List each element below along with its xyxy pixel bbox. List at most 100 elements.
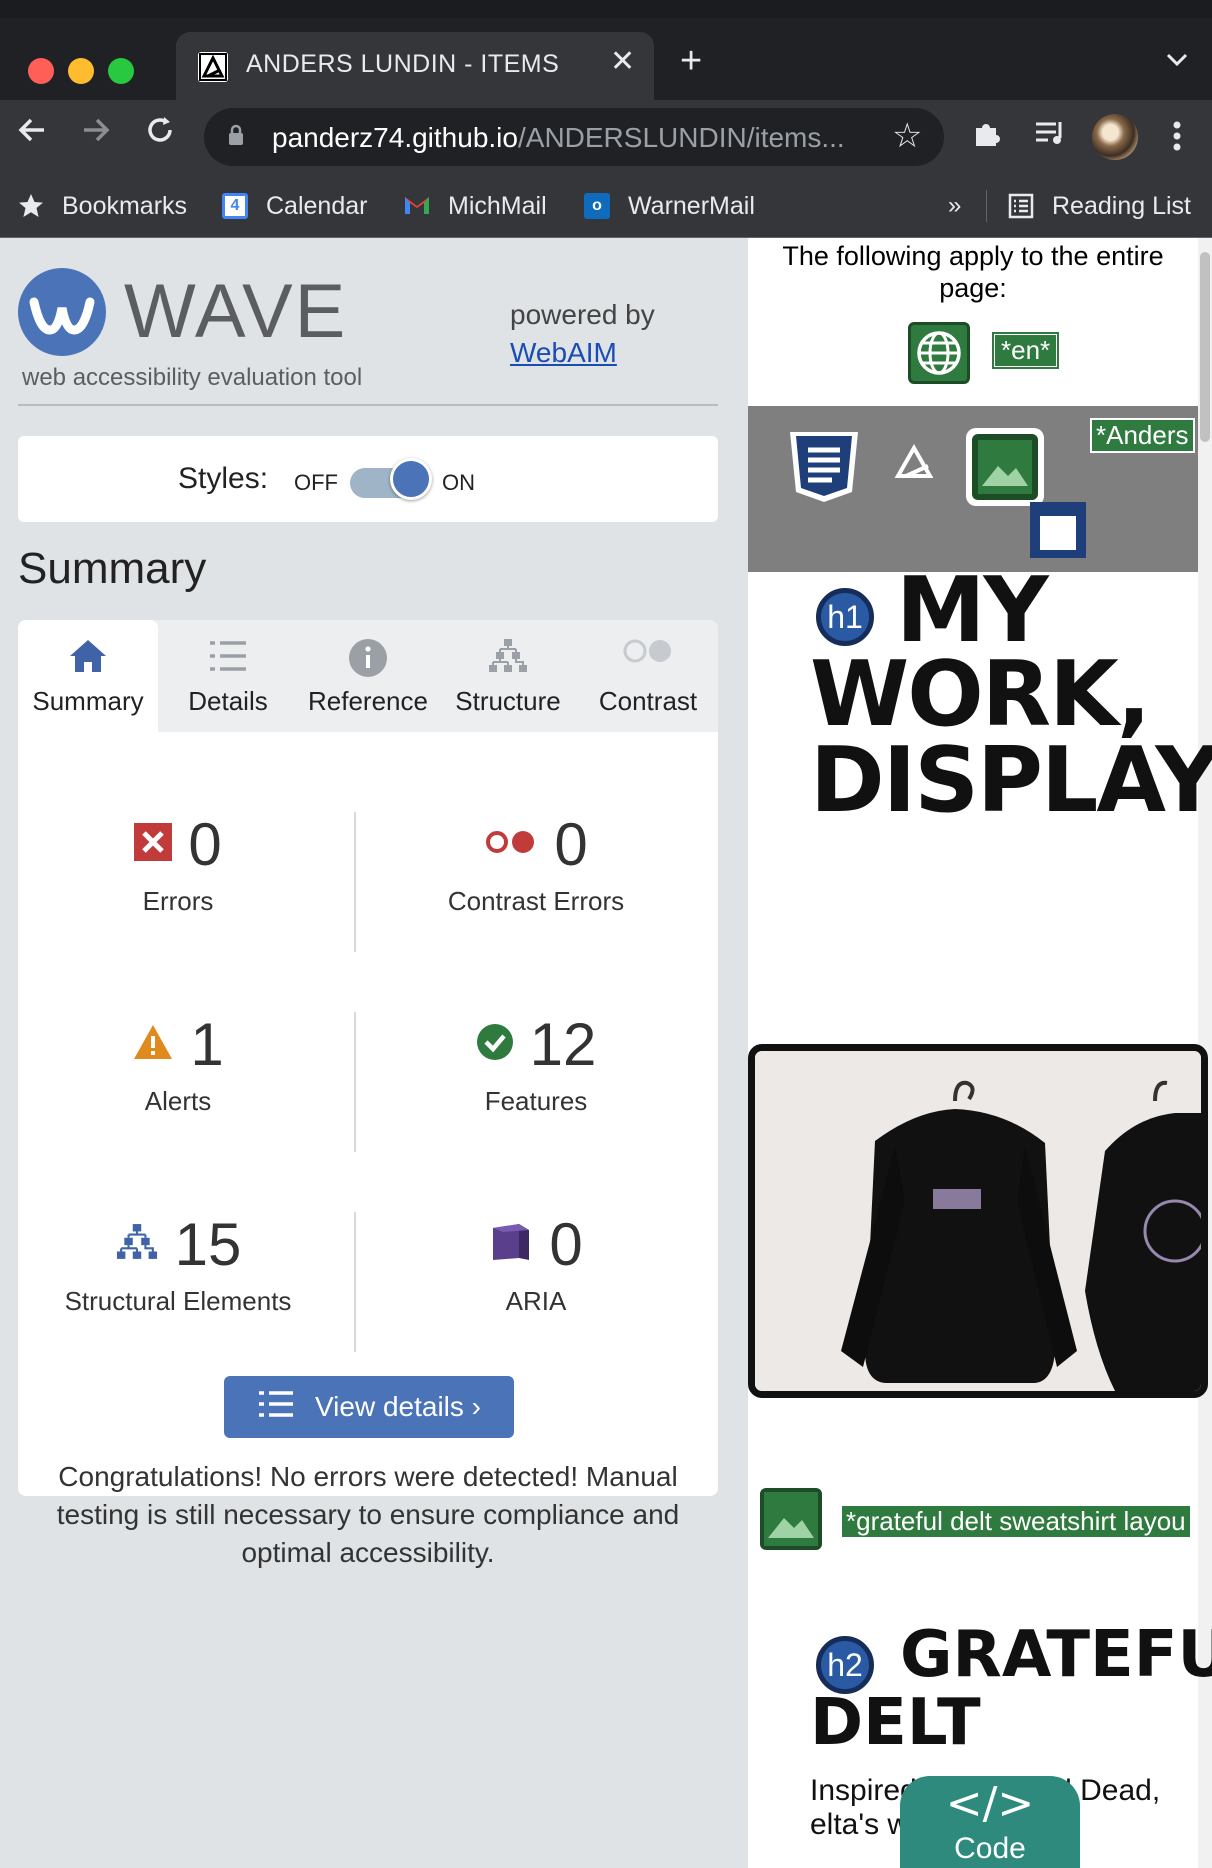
list-icon (208, 638, 248, 679)
stat-separator (354, 1012, 356, 1152)
errors-label: Errors (142, 886, 214, 916)
site-logo-icon (894, 443, 934, 480)
features-count: 12 (529, 1010, 597, 1078)
aria-count: 0 (549, 1210, 583, 1278)
reading-list-icon (1008, 193, 1034, 219)
reading-list-button[interactable]: Reading List (1008, 186, 1191, 226)
contrast-errors-label: Contrast Errors (447, 886, 625, 916)
preview-scroll-thumb[interactable] (1200, 252, 1210, 442)
styles-on-label: ON (442, 470, 475, 495)
aria-label: ARIA (505, 1286, 567, 1316)
styles-toggle-panel: Styles: OFF ON (18, 436, 718, 522)
new-tab-button[interactable]: + (680, 42, 702, 80)
css-style-icon[interactable] (788, 430, 860, 504)
image-alt-icon[interactable] (760, 1488, 822, 1550)
error-icon (134, 822, 173, 866)
lock-icon (228, 124, 244, 146)
header-divider (18, 404, 718, 406)
aria-cube-icon (489, 1220, 533, 1269)
bookmark-warnermail[interactable]: o WarnerMail (584, 186, 755, 226)
calendar-icon: 4 (222, 193, 248, 219)
page-level-notice: The following apply to the entire page: (782, 241, 1164, 303)
bookmark-michmail[interactable]: MichMail (404, 186, 547, 226)
tab-reference[interactable]: Reference (298, 620, 438, 732)
wave-logo-subtitle: web accessibility evaluation tool (22, 364, 363, 391)
bookmarks-folder[interactable]: Bookmarks (18, 186, 187, 226)
bookmarks-overflow-button[interactable]: » (948, 186, 961, 226)
forward-arrow-icon[interactable] (80, 114, 112, 155)
features-stat[interactable]: 12 Features (376, 1010, 696, 1117)
tab-details[interactable]: Details (158, 620, 298, 732)
star-icon (18, 193, 44, 219)
structure-icon (115, 1223, 159, 1266)
heading-h1-badge[interactable]: h1 (816, 588, 874, 646)
profile-avatar[interactable] (1092, 114, 1138, 160)
outlook-icon: o (584, 193, 610, 219)
close-tab-icon[interactable]: ✕ (610, 44, 635, 79)
sweatshirt-photo (748, 1044, 1208, 1398)
back-arrow-icon[interactable] (16, 114, 48, 155)
code-toggle-button[interactable]: </> Code (900, 1776, 1080, 1868)
minimize-window-button[interactable] (68, 58, 94, 84)
aria-stat[interactable]: 0 ARIA (376, 1210, 696, 1317)
landmark-header-icon[interactable] (1028, 500, 1088, 560)
language-globe-icon[interactable] (908, 322, 970, 384)
language-tag: *en* (991, 332, 1060, 369)
alt-text-tag: *Anders (1090, 418, 1195, 453)
browser-menu-icon[interactable] (1172, 120, 1182, 160)
structural-count: 15 (174, 1210, 242, 1278)
wave-logo-icon (18, 268, 106, 356)
close-window-button[interactable] (28, 58, 54, 84)
gmail-icon (404, 193, 430, 219)
page-title-line3: DISPLAY (810, 728, 1212, 833)
contrast-icon (622, 638, 674, 669)
bookmarks-bar: Bookmarks 4 Calendar MichMail o WarnerMa… (0, 174, 1212, 238)
url-text: panderz74.github.io/ANDERSLUNDIN/items..… (272, 122, 845, 153)
tab-structure[interactable]: Structure (438, 620, 578, 732)
styles-label: Styles: (178, 462, 269, 495)
alerts-count: 1 (190, 1010, 224, 1078)
code-icon: </> (945, 1778, 1035, 1829)
reload-icon[interactable] (144, 114, 176, 155)
stat-separator (354, 1212, 356, 1352)
address-bar[interactable]: panderz74.github.io/ANDERSLUNDIN/items..… (204, 108, 944, 166)
extensions-puzzle-icon[interactable] (970, 118, 1002, 158)
features-label: Features (484, 1086, 588, 1116)
section-title-line2: DELT (810, 1686, 981, 1760)
media-queue-icon[interactable] (1034, 118, 1068, 156)
styles-toggle-knob[interactable] (390, 458, 432, 500)
structural-label: Structural Elements (64, 1286, 292, 1316)
browser-tab[interactable]: ANDERS LUNDIN - ITEMS ✕ (176, 32, 654, 100)
alerts-label: Alerts (144, 1086, 212, 1116)
bookmarks-divider (986, 190, 987, 222)
feature-check-icon (476, 1023, 514, 1066)
congrats-message: Congratulations! No errors were detected… (56, 1461, 680, 1568)
contrast-error-icon (484, 828, 538, 861)
errors-count: 0 (188, 810, 222, 878)
tab-contrast[interactable]: Contrast (578, 620, 718, 732)
image-alt-icon[interactable] (966, 428, 1044, 506)
styles-off-label: OFF (294, 470, 338, 495)
alerts-stat[interactable]: 1 Alerts (18, 1010, 338, 1117)
zoom-window-button[interactable] (108, 58, 134, 84)
view-details-button[interactable]: View details › (224, 1376, 514, 1438)
browser-toolbar: panderz74.github.io/ANDERSLUNDIN/items..… (0, 100, 1212, 174)
page-preview[interactable]: The following apply to the entire page: … (748, 238, 1212, 1868)
bookmark-star-icon[interactable]: ☆ (892, 116, 922, 156)
structural-elements-stat[interactable]: 15 Structural Elements (18, 1210, 338, 1317)
alert-icon (132, 1023, 174, 1066)
info-icon (348, 638, 388, 683)
contrast-errors-stat[interactable]: 0 Contrast Errors (376, 811, 696, 917)
section-title-line1: GRATEFU (900, 1618, 1212, 1692)
bookmark-calendar[interactable]: 4 Calendar (222, 186, 367, 226)
home-icon (68, 638, 108, 679)
tab-summary[interactable]: Summary (18, 620, 158, 732)
summary-heading: Summary (18, 544, 207, 593)
webaim-link[interactable]: WebAIM (510, 337, 617, 368)
errors-stat[interactable]: 0 Errors (18, 810, 338, 917)
tab-search-chevron-icon[interactable] (1166, 46, 1188, 74)
list-icon (257, 1389, 295, 1426)
wave-sidebar: WAVE web accessibility evaluation tool p… (0, 238, 748, 1868)
wave-tab-bar: Summary Details Reference Structure Cont… (18, 620, 718, 732)
structure-icon (488, 638, 528, 679)
